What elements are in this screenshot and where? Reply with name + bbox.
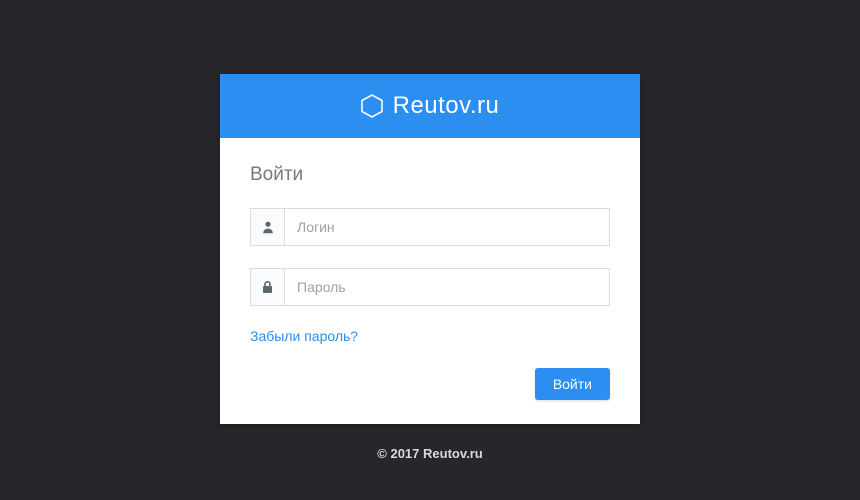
login-card: Reutov.ru Войти Забыли пароль? [220,74,640,424]
form-actions: Войти [250,368,610,400]
login-input[interactable] [285,209,609,245]
card-body: Войти Забыли пароль? Войти [220,138,640,424]
hexagon-icon [361,94,383,118]
footer-copyright: © 2017 Reutov.ru [0,446,860,461]
user-icon [251,209,285,245]
login-field [250,208,610,246]
form-title: Войти [250,164,610,186]
lock-icon [251,269,285,305]
site-name: Reutov.ru [393,92,500,120]
password-input[interactable] [285,269,609,305]
submit-button[interactable]: Войти [535,368,610,400]
card-header: Reutov.ru [220,74,640,138]
forgot-password-link[interactable]: Забыли пароль? [250,328,358,344]
password-field [250,268,610,306]
